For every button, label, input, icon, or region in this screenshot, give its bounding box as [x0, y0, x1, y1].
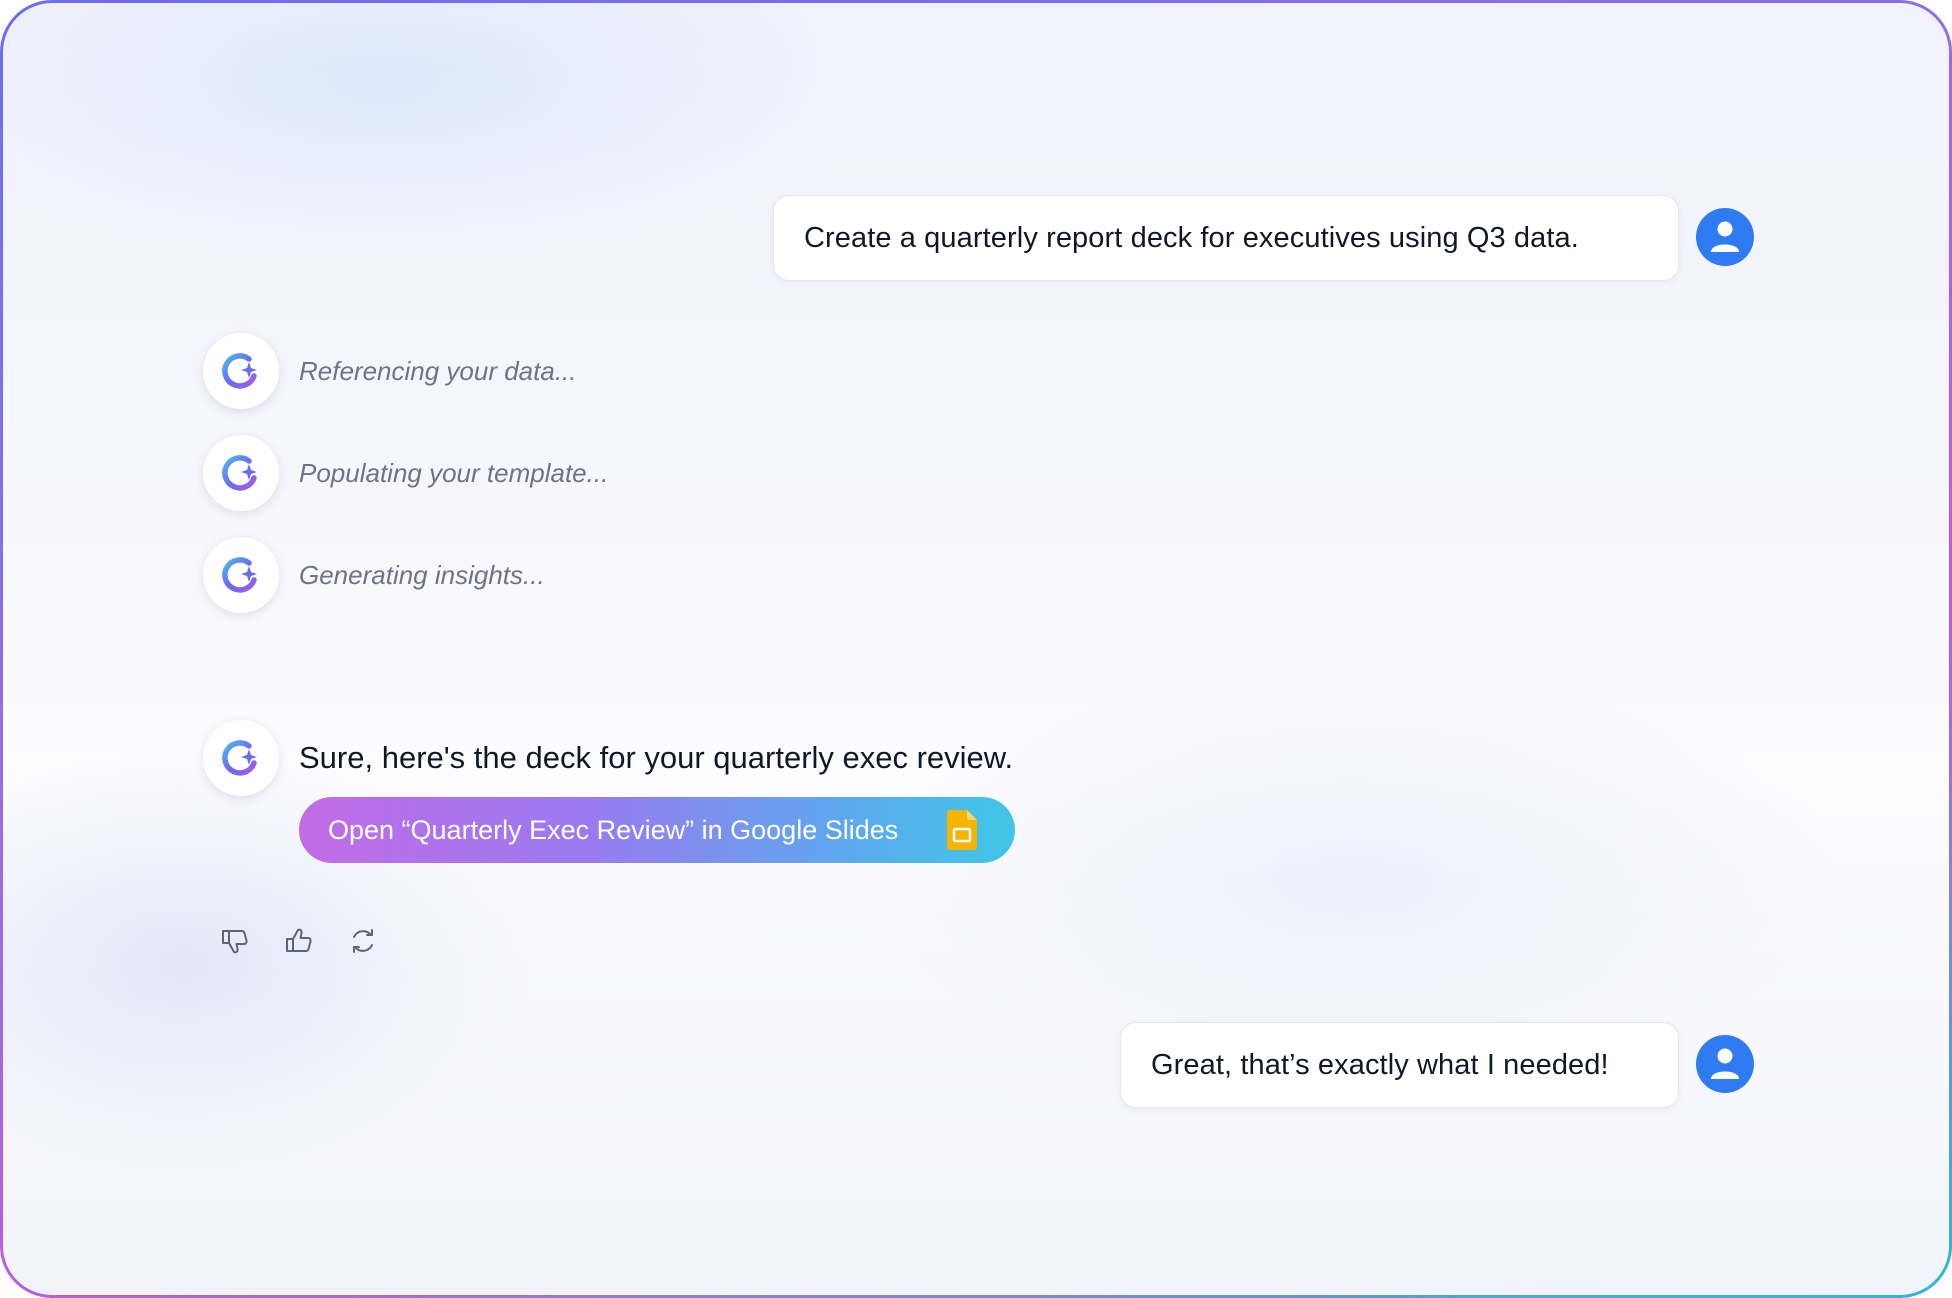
chat-panel: Create a quarterly report deck for execu…	[3, 3, 1949, 1295]
google-slides-icon	[947, 810, 977, 850]
assistant-reply-text: Sure, here's the deck for your quarterly…	[299, 740, 1014, 775]
user-avatar	[1696, 208, 1754, 266]
assistant-logo-icon	[222, 455, 257, 491]
user-message-bubble: Create a quarterly report deck for execu…	[773, 195, 1679, 281]
user-icon	[1711, 221, 1739, 252]
assistant-logo-icon	[222, 557, 257, 593]
thumbs-down-icon	[222, 930, 248, 954]
user-message-bubble: Great, that’s exactly what I needed!	[1120, 1022, 1679, 1108]
thumbs-down-button[interactable]	[217, 923, 253, 959]
assistant-logo-icon	[222, 353, 257, 389]
thumbs-up-button[interactable]	[281, 923, 317, 959]
assistant-logo	[203, 537, 279, 613]
status-step-text: Referencing your data...	[299, 356, 577, 386]
thumbs-up-icon	[286, 928, 312, 952]
open-button-label: Open “Quarterly Exec Review” in Google S…	[328, 814, 899, 845]
assistant-logo	[203, 720, 279, 796]
assistant-logo-icon	[222, 740, 257, 776]
user-avatar	[1696, 1035, 1754, 1093]
user-message-text: Great, that’s exactly what I needed!	[1151, 1048, 1609, 1081]
open-in-google-slides-button[interactable]: Open “Quarterly Exec Review” in Google S…	[299, 797, 1015, 863]
regenerate-button[interactable]	[345, 923, 381, 959]
chat-window-frame: Create a quarterly report deck for execu…	[0, 0, 1952, 1298]
status-step-text: Populating your template...	[299, 458, 609, 488]
assistant-logo	[203, 333, 279, 409]
status-step-text: Generating insights...	[299, 560, 545, 590]
assistant-logo	[203, 435, 279, 511]
regenerate-icon	[353, 929, 373, 953]
user-icon	[1711, 1048, 1739, 1079]
user-message-text: Create a quarterly report deck for execu…	[804, 221, 1579, 254]
